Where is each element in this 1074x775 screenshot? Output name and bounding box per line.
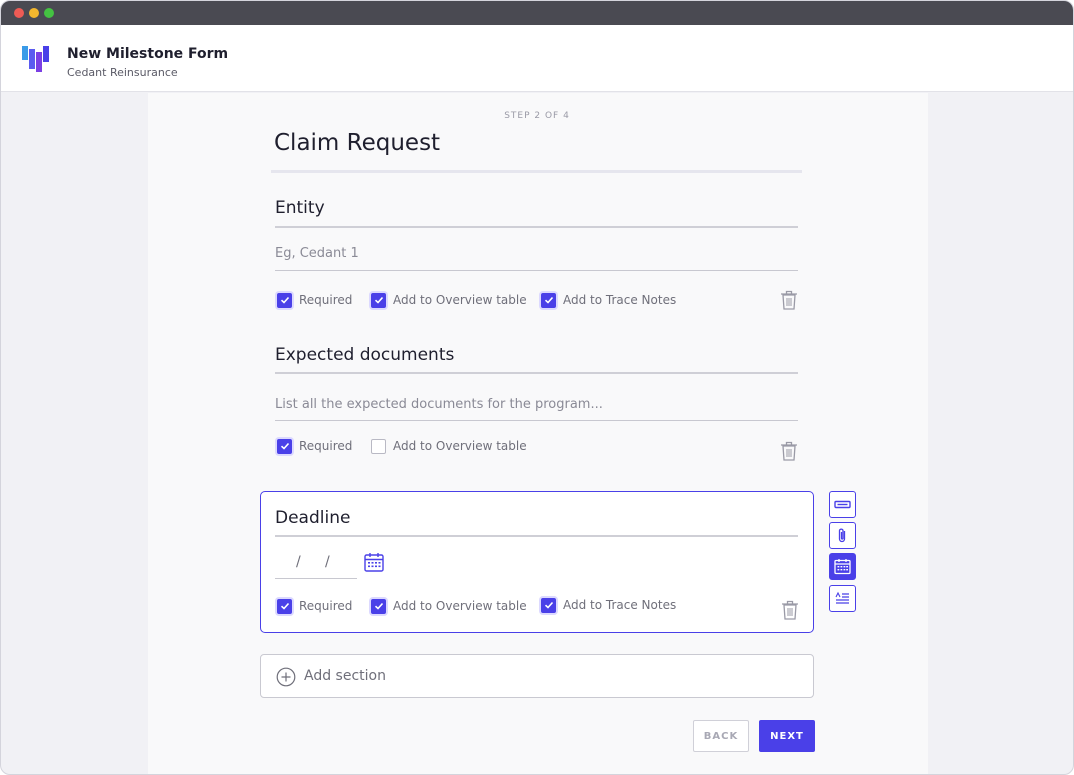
section-label-deadline[interactable]: Deadline (275, 508, 350, 528)
calendar-icon (834, 559, 851, 575)
entity-overview-checkbox[interactable]: Add to Overview table (371, 292, 527, 308)
back-button[interactable]: BACK (693, 720, 749, 752)
app-header: New Milestone Form Cedant Reinsurance (1, 25, 1073, 92)
documents-placeholder-input[interactable]: List all the expected documents for the … (275, 397, 603, 412)
section-label-underline (275, 226, 798, 228)
app-subtitle: Cedant Reinsurance (67, 66, 178, 79)
checkbox-label: Add to Trace Notes (563, 293, 677, 307)
checkbox-checked-icon (277, 598, 292, 614)
paragraph-tool-button[interactable] (829, 585, 856, 612)
checkbox-label: Required (299, 293, 353, 307)
text-field-tool-button[interactable] (829, 491, 856, 518)
add-section-label: Add section (304, 668, 386, 684)
checkbox-label: Add to Trace Notes (563, 598, 677, 612)
text-field-icon (834, 500, 851, 509)
section-label-underline (275, 535, 798, 537)
section-label-underline (275, 372, 798, 374)
window-maximize-button[interactable] (44, 8, 54, 18)
checkbox-label: Required (299, 439, 353, 453)
milestone-logo-icon (22, 46, 49, 72)
attachment-tool-button[interactable] (829, 522, 856, 549)
entity-placeholder-input[interactable]: Eg, Cedant 1 (275, 246, 359, 261)
delete-deadline-trash-icon[interactable] (781, 600, 799, 620)
documents-required-checkbox[interactable]: Required (277, 438, 352, 454)
documents-input-underline (275, 420, 798, 421)
checkbox-label: Add to Overview table (393, 439, 527, 453)
deadline-required-checkbox[interactable]: Required (277, 598, 352, 614)
documents-overview-checkbox[interactable]: Add to Overview table (371, 438, 527, 454)
checkbox-checked-icon (541, 292, 556, 308)
deadline-trace-notes-checkbox[interactable]: Add to Trace Notes (541, 597, 676, 613)
calendar-picker-icon[interactable] (363, 551, 385, 573)
checkbox-checked-icon (541, 597, 556, 613)
delete-entity-trash-icon[interactable] (780, 290, 798, 310)
date-tool-button[interactable] (829, 553, 856, 580)
add-section-button[interactable]: Add section (260, 654, 814, 698)
checkbox-label: Add to Overview table (393, 293, 527, 307)
checkbox-unchecked-icon (371, 438, 386, 454)
delete-documents-trash-icon[interactable] (780, 441, 798, 461)
form-title[interactable]: Claim Request (274, 130, 440, 156)
entity-required-checkbox[interactable]: Required (277, 292, 352, 308)
entity-input-underline (275, 270, 798, 271)
entity-trace-notes-checkbox[interactable]: Add to Trace Notes (541, 292, 676, 308)
window-minimize-button[interactable] (29, 8, 39, 18)
plus-circle-icon (276, 667, 296, 687)
date-separator: / (325, 554, 330, 570)
checkbox-checked-icon (277, 438, 292, 454)
deadline-date-input[interactable] (275, 552, 357, 579)
checkbox-label: Add to Overview table (393, 599, 527, 613)
next-button[interactable]: NEXT (759, 720, 815, 752)
title-divider (271, 170, 802, 173)
checkbox-label: Required (299, 599, 353, 613)
date-separator: / (296, 554, 301, 570)
step-indicator: STEP 2 OF 4 (504, 111, 570, 121)
window-titlebar (1, 1, 1073, 25)
checkbox-checked-icon (277, 292, 292, 308)
paragraph-icon (835, 591, 849, 604)
deadline-overview-checkbox[interactable]: Add to Overview table (371, 598, 527, 614)
section-label-entity[interactable]: Entity (275, 198, 325, 218)
checkbox-checked-icon (371, 598, 386, 614)
app-title: New Milestone Form (67, 46, 229, 62)
attachment-icon (838, 528, 846, 543)
checkbox-checked-icon (371, 292, 386, 308)
window-close-button[interactable] (14, 8, 24, 18)
section-label-expected-documents[interactable]: Expected documents (275, 345, 454, 365)
